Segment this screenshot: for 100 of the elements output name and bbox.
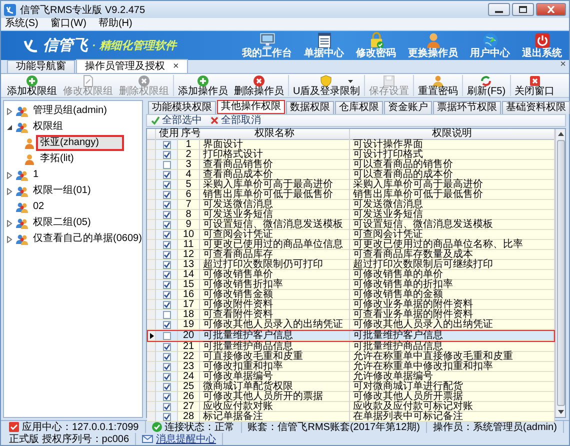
checkbox[interactable] bbox=[162, 221, 170, 229]
toolbar-button[interactable]: 关闭窗口 bbox=[512, 75, 558, 96]
checkbox[interactable] bbox=[162, 261, 170, 269]
tree-item[interactable]: 管理员组(admin) bbox=[31, 105, 109, 117]
close-tab-button[interactable]: × bbox=[173, 62, 179, 72]
maximize-button[interactable] bbox=[512, 3, 534, 16]
table-row[interactable]: 10 可查阅会计凭证 可查阅会计凭证 bbox=[147, 230, 555, 240]
checkbox[interactable] bbox=[162, 281, 170, 289]
tab[interactable]: 仓库权限 bbox=[335, 101, 383, 114]
shortcut-button[interactable]: 修改密码 bbox=[355, 32, 397, 59]
table-row[interactable]: 18 可查看附件资料 可查看业务单据的附件资料 bbox=[147, 310, 555, 320]
table-row[interactable]: 11 可更改已使用过的商品单位信息 可更改已使用过的商品单位名称、比率 bbox=[147, 240, 555, 250]
column-header[interactable]: 使用 bbox=[156, 129, 178, 140]
table-row[interactable]: 20 可批量维护客户信息 可批量维护客户信息 bbox=[147, 330, 555, 342]
checkbox[interactable] bbox=[162, 353, 170, 361]
shortcut-button[interactable]: 更换操作员 bbox=[407, 32, 459, 59]
tree-item[interactable]: 权限一组(01) bbox=[31, 185, 93, 197]
toolbar-button[interactable]: 添加权限组 bbox=[4, 75, 60, 96]
tab[interactable]: 其他操作权限 bbox=[217, 100, 285, 114]
toolbar-button[interactable]: U盾及登录限制 bbox=[290, 75, 364, 96]
select-all-button[interactable]: 全部选中 bbox=[151, 115, 202, 126]
table-row[interactable]: 26 可修改其他人员所开的票据 可修改其他人员所开票据 bbox=[147, 392, 555, 402]
checkbox[interactable] bbox=[162, 321, 170, 329]
table-row[interactable]: 3 查看商品销售价 可以查看商品的销售价 bbox=[147, 160, 555, 170]
table-row[interactable]: 28 标记单据备注 在单据列表中可标记备注 bbox=[147, 412, 555, 422]
tab[interactable]: 操作员管理及授权 × bbox=[76, 59, 188, 73]
table-row[interactable]: 23 可修改扣重和扣率 允许在称重单中修改扣重和扣率 bbox=[147, 362, 555, 372]
checkbox[interactable] bbox=[162, 241, 170, 249]
table-row[interactable]: 19 可修改其他人员录入的出纳凭证 可修改其他人员录入的出纳凭证 bbox=[147, 320, 555, 330]
column-header[interactable]: 权限名称 bbox=[200, 129, 350, 140]
tab[interactable]: 票据环节权限 bbox=[433, 101, 501, 114]
checkbox[interactable] bbox=[162, 211, 170, 219]
checkbox[interactable] bbox=[162, 181, 170, 189]
tab[interactable]: 数据权限 bbox=[286, 101, 334, 114]
checkbox[interactable] bbox=[162, 373, 170, 381]
checkbox[interactable] bbox=[162, 363, 170, 371]
column-header[interactable]: 序号 bbox=[178, 129, 200, 140]
tab[interactable]: 基础资料权限 bbox=[502, 101, 570, 114]
table-row[interactable]: 14 可修改销售单价 可修改销售单的单价 bbox=[147, 270, 555, 280]
checkbox[interactable] bbox=[162, 171, 170, 179]
checkbox[interactable] bbox=[162, 161, 170, 169]
checkbox[interactable] bbox=[162, 141, 170, 149]
toolbar-button[interactable]: 重置密码 bbox=[415, 75, 462, 96]
tree-item[interactable]: 张亚(zhangy) bbox=[38, 137, 122, 149]
checkbox[interactable] bbox=[162, 311, 170, 319]
menu-item[interactable]: 帮助(H) bbox=[98, 18, 132, 30]
checkbox[interactable] bbox=[162, 191, 170, 199]
tab[interactable]: 资金账户 bbox=[384, 101, 432, 114]
table-row[interactable]: 4 查看商品成本价 可以查看商品的成本价 bbox=[147, 170, 555, 180]
checkbox[interactable] bbox=[162, 301, 170, 309]
minimize-button[interactable] bbox=[488, 3, 510, 16]
table-row[interactable]: 6 销售出库单价可低于最低售价 销售出库单价可低于最低售价 bbox=[147, 190, 555, 200]
tree-item[interactable]: 02 bbox=[31, 201, 46, 213]
checkbox[interactable] bbox=[162, 343, 170, 351]
tree-item[interactable]: 李拓(lit) bbox=[38, 153, 76, 165]
table-row[interactable]: 1 界面设计 可设计操作界面 bbox=[147, 140, 555, 150]
tree-item[interactable]: 仅查看自己的单据(0609) bbox=[31, 233, 144, 245]
checkbox[interactable] bbox=[162, 383, 170, 391]
tree-item[interactable]: 1 bbox=[31, 169, 41, 181]
message-center-link[interactable]: 消息提醒中心 bbox=[156, 434, 216, 444]
table-row[interactable]: 13 超过打印次数限制仍可打印 超过打印次数限制后可继续打印 bbox=[147, 260, 555, 270]
table-row[interactable]: 16 可修改销售金额 可修改销售单的金额 bbox=[147, 290, 555, 300]
tree-item[interactable]: 权限二组(05) bbox=[31, 217, 93, 229]
checkbox[interactable] bbox=[162, 231, 170, 239]
tree-item[interactable]: 权限组 bbox=[31, 121, 65, 133]
shortcut-button[interactable]: 退出系统 bbox=[521, 32, 563, 59]
menu-item[interactable]: 系统(S) bbox=[5, 18, 38, 30]
checkbox[interactable] bbox=[162, 332, 170, 340]
table-row[interactable]: 12 可查看商品库存 可查看商品库存数量及成本 bbox=[147, 250, 555, 260]
checkbox[interactable] bbox=[162, 291, 170, 299]
checkbox[interactable] bbox=[162, 151, 170, 159]
toolbar-button[interactable]: 删除操作员 bbox=[231, 75, 287, 96]
shortcut-button[interactable]: 我的工作台 bbox=[241, 32, 293, 59]
table-row[interactable]: 15 可修改销售折扣率 可修改销售单的折扣率 bbox=[147, 280, 555, 290]
table-row[interactable]: 21 可批量维护商品信息 可批量维护商品信息 bbox=[147, 342, 555, 352]
table-row[interactable]: 5 采购入库单价可高于最高进价 采购入库单价可高于最高进价 bbox=[147, 180, 555, 190]
table-row[interactable]: 22 可直接修改毛重和皮重 允许在称重单中直接修改毛重和皮重 bbox=[147, 352, 555, 362]
checkbox[interactable] bbox=[162, 393, 170, 401]
shortcut-button[interactable]: 用户中心 bbox=[469, 32, 511, 59]
table-row[interactable]: 24 可修改单据编号 允许修改单据编号 bbox=[147, 372, 555, 382]
checkbox[interactable] bbox=[162, 413, 170, 421]
checkbox[interactable] bbox=[162, 403, 170, 411]
menu-item[interactable]: 窗口(W) bbox=[50, 18, 86, 30]
checkbox[interactable] bbox=[162, 271, 170, 279]
tab[interactable]: 功能导航窗 bbox=[7, 60, 75, 73]
checkbox[interactable] bbox=[162, 251, 170, 259]
table-row[interactable]: 27 应收应付款对账 应收款及应付款可标记对账 bbox=[147, 402, 555, 412]
close-all-button[interactable]: × bbox=[560, 60, 566, 70]
table-row[interactable]: 8 可发送业务短信 可发送业务短信 bbox=[147, 210, 555, 220]
column-header[interactable]: 权限说明 bbox=[350, 129, 555, 140]
toolbar-button[interactable]: 刷新(F5) bbox=[464, 75, 509, 96]
deselect-all-button[interactable]: 全部取消 bbox=[210, 115, 261, 126]
checkbox[interactable] bbox=[162, 201, 170, 209]
tab[interactable]: 功能模块权限 bbox=[148, 101, 216, 114]
table-row[interactable]: 17 可修改附件资料 可修改业务单据的附件资料 bbox=[147, 300, 555, 310]
toolbar-button[interactable]: 添加操作员 bbox=[175, 75, 231, 96]
scrollbar[interactable] bbox=[555, 129, 565, 417]
table-row[interactable]: 7 可发送微信消息 可发送微信消息 bbox=[147, 200, 555, 210]
table-row[interactable]: 2 打印格式设计 可设计打印格式 bbox=[147, 150, 555, 160]
close-button[interactable] bbox=[536, 3, 566, 16]
